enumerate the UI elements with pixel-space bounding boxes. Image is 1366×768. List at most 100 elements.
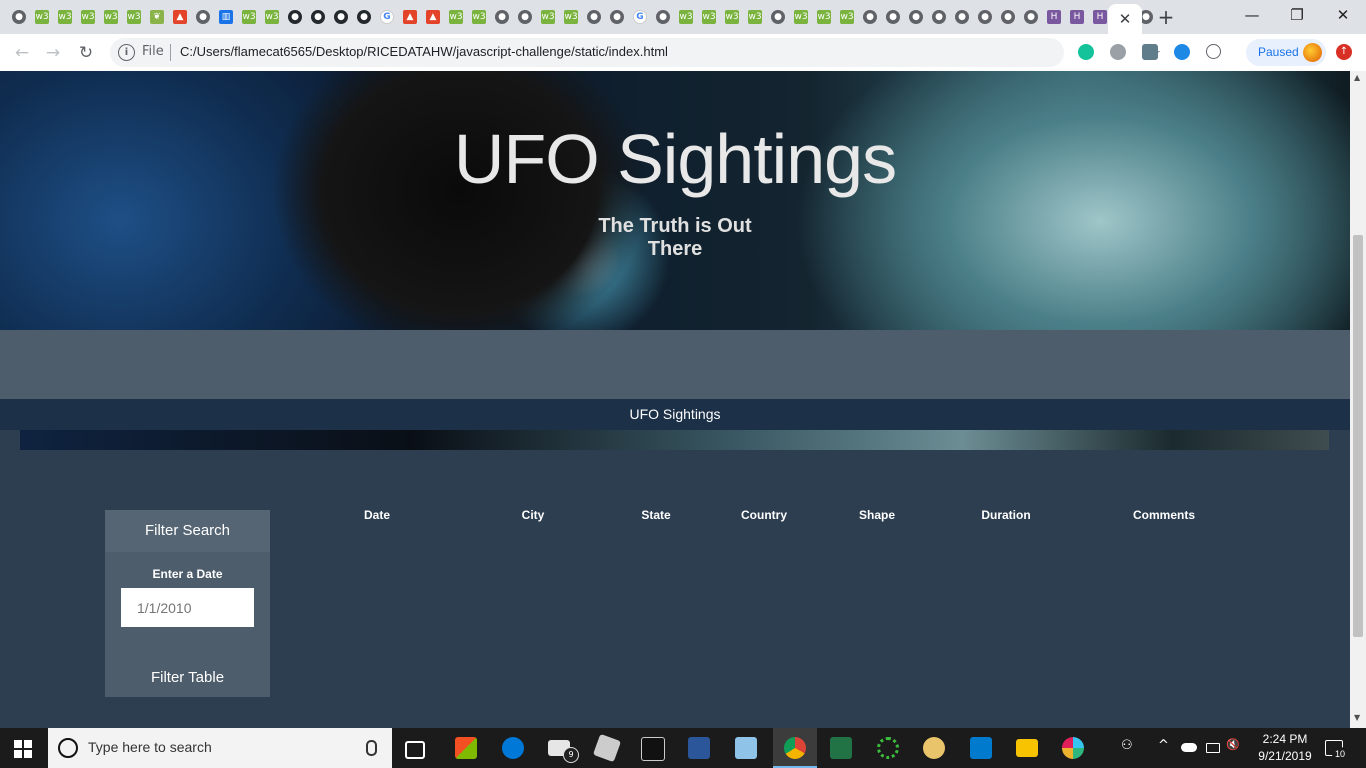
- url-text[interactable]: C:/Users/flamecat6565/Desktop/RICEDATAHW…: [180, 44, 668, 59]
- browser-tab[interactable]: ▲: [399, 7, 421, 27]
- browser-tab[interactable]: ●: [652, 7, 674, 27]
- browser-tab[interactable]: w3: [836, 7, 858, 27]
- edge-icon[interactable]: [502, 737, 524, 759]
- tab-close-icon[interactable]: ✕: [1119, 10, 1132, 28]
- browser-tab[interactable]: ▲: [169, 7, 191, 27]
- chrome-taskbar-button[interactable]: [773, 728, 817, 768]
- loading-app-icon[interactable]: [877, 737, 899, 759]
- browser-tab[interactable]: w3: [790, 7, 812, 27]
- address-bar[interactable]: i File C:/Users/flamecat6565/Desktop/RIC…: [110, 38, 1161, 67]
- volume-icon[interactable]: 🔇: [1226, 738, 1240, 751]
- roblox-icon[interactable]: [592, 733, 622, 763]
- scroll-down-arrow-icon[interactable]: ▼: [1354, 713, 1360, 722]
- slack-icon[interactable]: [1062, 737, 1084, 759]
- clock-time[interactable]: 2:24 PM: [1252, 732, 1318, 746]
- task-view-icon[interactable]: [405, 741, 425, 759]
- minimize-button[interactable]: —: [1229, 0, 1275, 32]
- reload-button[interactable]: ↻: [73, 40, 99, 66]
- paint-icon[interactable]: [923, 737, 945, 759]
- browser-tab[interactable]: w3: [675, 7, 697, 27]
- page-scrollbar[interactable]: ▲ ▼: [1350, 71, 1366, 728]
- browser-tab[interactable]: ●: [192, 7, 214, 27]
- browser-tab[interactable]: w3: [123, 7, 145, 27]
- forward-button[interactable]: →: [40, 40, 66, 66]
- browser-tab[interactable]: G: [376, 7, 398, 27]
- browser-tab[interactable]: w3: [77, 7, 99, 27]
- start-button[interactable]: [14, 740, 32, 758]
- browser-tab[interactable]: ●: [859, 7, 881, 27]
- browser-tab[interactable]: w3: [698, 7, 720, 27]
- browser-tab[interactable]: ●: [583, 7, 605, 27]
- extension-icon[interactable]: [1174, 44, 1190, 60]
- browser-tab[interactable]: w3: [100, 7, 122, 27]
- file-explorer-icon[interactable]: [1016, 739, 1038, 757]
- browser-tab[interactable]: ●: [307, 7, 329, 27]
- extension-icon[interactable]: [1206, 44, 1221, 59]
- browser-tab[interactable]: w3: [721, 7, 743, 27]
- filter-table-button[interactable]: Filter Table: [105, 666, 270, 688]
- browser-tab[interactable]: ●: [514, 7, 536, 27]
- browser-tab[interactable]: ●: [928, 7, 950, 27]
- browser-tab[interactable]: w3: [31, 7, 53, 27]
- vscode-icon[interactable]: [970, 737, 992, 759]
- browser-tab[interactable]: ❦: [146, 7, 168, 27]
- grammarly-extension-icon[interactable]: [1078, 44, 1094, 60]
- browser-tab[interactable]: w3: [468, 7, 490, 27]
- tray-chevron-icon[interactable]: ^: [1158, 738, 1169, 753]
- scrollbar-thumb[interactable]: [1353, 235, 1363, 637]
- maximize-button[interactable]: ❐: [1274, 0, 1320, 32]
- browser-tab[interactable]: ●: [951, 7, 973, 27]
- browser-tab[interactable]: ●: [974, 7, 996, 27]
- browser-tab[interactable]: w3: [445, 7, 467, 27]
- browser-tab[interactable]: ●: [606, 7, 628, 27]
- browser-tab[interactable]: ▥: [215, 7, 237, 27]
- scroll-up-arrow-icon[interactable]: ▲: [1354, 73, 1360, 82]
- browser-tab[interactable]: G: [629, 7, 651, 27]
- word-icon[interactable]: [688, 737, 710, 759]
- browser-tab[interactable]: H: [1066, 7, 1088, 27]
- taskbar-search[interactable]: Type here to search: [48, 728, 392, 768]
- store-icon[interactable]: [455, 737, 477, 759]
- browser-tab[interactable]: w3: [261, 7, 283, 27]
- browser-tab[interactable]: w3: [560, 7, 582, 27]
- close-window-button[interactable]: ✕: [1320, 0, 1366, 32]
- profile-button[interactable]: Paused: [1246, 39, 1326, 66]
- git-favicon-icon: ●: [311, 10, 325, 24]
- browser-tab[interactable]: H: [1043, 7, 1065, 27]
- microphone-icon[interactable]: [366, 740, 377, 756]
- app-icon[interactable]: [735, 737, 757, 759]
- browser-tab[interactable]: w3: [54, 7, 76, 27]
- browser-tab[interactable]: ●: [1020, 7, 1042, 27]
- browser-tab[interactable]: ●: [767, 7, 789, 27]
- back-button[interactable]: ←: [9, 40, 35, 66]
- w3-favicon-icon: w3: [679, 10, 693, 24]
- browser-tab[interactable]: w3: [744, 7, 766, 27]
- browser-tab[interactable]: ●: [284, 7, 306, 27]
- browser-tab[interactable]: ●: [997, 7, 1019, 27]
- navbar-title[interactable]: UFO Sightings: [0, 406, 1350, 422]
- site-info-icon[interactable]: i: [118, 44, 135, 61]
- browser-tab[interactable]: ●: [882, 7, 904, 27]
- update-icon[interactable]: ↑: [1336, 44, 1352, 60]
- browser-tab[interactable]: ●: [8, 7, 30, 27]
- browser-tab[interactable]: ●: [491, 7, 513, 27]
- terminal-icon[interactable]: [641, 737, 665, 761]
- extension-icon[interactable]: [1142, 44, 1158, 60]
- battery-icon[interactable]: [1206, 743, 1220, 753]
- column-header-shape: Shape: [858, 508, 896, 522]
- browser-tab[interactable]: w3: [537, 7, 559, 27]
- browser-tab[interactable]: ●: [353, 7, 375, 27]
- clock-date[interactable]: 9/21/2019: [1252, 749, 1318, 763]
- date-input[interactable]: [121, 588, 254, 627]
- browser-tab[interactable]: w3: [813, 7, 835, 27]
- browser-tab[interactable]: ▲: [422, 7, 444, 27]
- onedrive-icon[interactable]: [1181, 743, 1197, 752]
- browser-tab[interactable]: ●: [330, 7, 352, 27]
- active-tab[interactable]: ✕: [1108, 4, 1142, 34]
- browser-tab[interactable]: ●: [905, 7, 927, 27]
- excel-icon[interactable]: [830, 737, 852, 759]
- browser-tab[interactable]: w3: [238, 7, 260, 27]
- new-tab-button[interactable]: +: [1155, 6, 1177, 28]
- extension-icon[interactable]: [1110, 44, 1126, 60]
- people-icon[interactable]: ⚇: [1121, 738, 1133, 753]
